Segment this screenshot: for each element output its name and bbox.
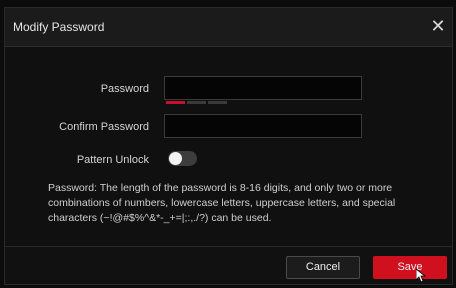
- cancel-button[interactable]: Cancel: [286, 256, 360, 279]
- password-input[interactable]: [164, 76, 362, 100]
- dialog-footer: Cancel Save: [5, 246, 452, 284]
- strength-segment-2: [187, 101, 206, 104]
- pattern-unlock-label: Pattern Unlock: [76, 154, 149, 166]
- modify-password-dialog: Modify Password ✕ Password Confirm Passw…: [4, 7, 453, 285]
- password-hint-text: Password: The length of the password is …: [48, 182, 396, 224]
- password-strength-meter: [166, 101, 227, 104]
- close-icon[interactable]: ✕: [428, 16, 448, 36]
- strength-segment-1: [166, 101, 185, 104]
- mouse-cursor-icon: [416, 269, 426, 283]
- dialog-title: Modify Password: [13, 20, 105, 34]
- password-label: Password: [100, 83, 149, 95]
- save-button[interactable]: Save: [373, 256, 447, 279]
- strength-segment-3: [208, 101, 227, 104]
- pattern-unlock-toggle[interactable]: [168, 151, 197, 166]
- dialog-titlebar: Modify Password ✕: [5, 8, 452, 47]
- confirm-password-input[interactable]: [164, 114, 362, 138]
- confirm-password-label: Confirm Password: [59, 121, 149, 133]
- toggle-knob: [169, 152, 182, 165]
